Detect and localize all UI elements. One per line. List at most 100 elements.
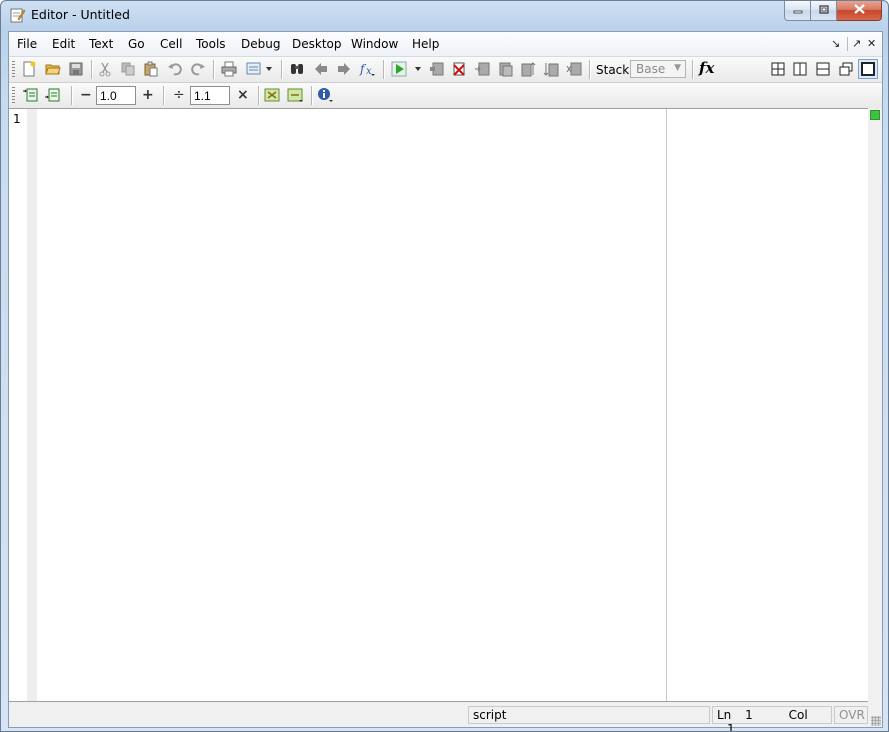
increment-value-input[interactable] — [96, 86, 136, 105]
forward-arrow-icon[interactable] — [335, 60, 353, 78]
back-arrow-icon[interactable] — [312, 60, 330, 78]
minimize-icon — [793, 4, 803, 17]
menu-window[interactable]: Window — [351, 37, 398, 51]
hide-cell-titles-icon[interactable] — [286, 86, 304, 104]
run-icon[interactable] — [391, 60, 409, 78]
print-icon[interactable] — [220, 60, 238, 78]
toolbar-separator — [281, 60, 283, 79]
menu-help[interactable]: Help — [412, 37, 439, 51]
toolbar-separator — [383, 60, 385, 79]
decrement-button[interactable]: − — [80, 87, 92, 103]
toolbar-grip[interactable] — [12, 87, 15, 104]
menu-debug[interactable]: Debug — [241, 37, 280, 51]
stack-label: Stack: — [596, 63, 634, 77]
toolbar-grip[interactable] — [12, 61, 15, 78]
stack-select-value: Base — [636, 62, 666, 76]
show-cell-titles-icon[interactable] — [263, 86, 281, 104]
editor-window: Editor - Untitled File Edit Text Go Cell… — [0, 0, 889, 732]
copy-icon[interactable] — [119, 60, 137, 78]
stack-select[interactable]: Base ▼ — [630, 60, 686, 78]
right-text-margin — [666, 109, 667, 701]
mlint-status-icon[interactable] — [870, 110, 880, 120]
evaluate-cell-icon[interactable] — [43, 86, 61, 104]
menu-file[interactable]: File — [17, 37, 37, 51]
menu-go[interactable]: Go — [128, 37, 145, 51]
caption-buttons — [784, 1, 882, 21]
close-icon — [853, 3, 865, 18]
svg-text:x: x — [366, 66, 372, 77]
layout-tile-icon[interactable] — [769, 60, 787, 78]
ln-label: Ln — [717, 708, 732, 722]
scale-value-input[interactable] — [190, 86, 230, 105]
title-bar[interactable]: Editor - Untitled — [1, 1, 888, 31]
menu-divider — [847, 37, 848, 51]
toolbar-separator — [213, 60, 215, 79]
overwrite-status: OVR — [834, 706, 868, 724]
layout-maximize-icon[interactable] — [858, 59, 878, 79]
continue-icon[interactable] — [542, 60, 560, 78]
maximize-button[interactable] — [811, 1, 837, 21]
cut-icon[interactable] — [96, 60, 114, 78]
multiply-button[interactable]: × — [237, 87, 249, 103]
editor-app-icon — [9, 7, 26, 23]
cell-toolbar: − + ÷ × — [9, 83, 882, 109]
save-icon[interactable] — [67, 60, 85, 78]
resize-grip[interactable] — [871, 716, 881, 726]
new-file-icon[interactable] — [20, 60, 38, 78]
toolbar-separator — [163, 86, 165, 105]
layout-float-icon[interactable] — [837, 60, 855, 78]
publish-icon[interactable] — [245, 60, 263, 78]
increment-button[interactable]: + — [142, 87, 154, 103]
client-area: File Edit Text Go Cell Tools Debug Deskt… — [8, 31, 883, 731]
menu-desktop[interactable]: Desktop — [292, 37, 342, 51]
close-doc-icon[interactable]: ✕ — [867, 37, 876, 50]
divide-button[interactable]: ÷ — [173, 87, 185, 103]
toolbar-separator — [258, 86, 260, 105]
redo-icon[interactable] — [189, 60, 207, 78]
layout-top-bottom-icon[interactable] — [814, 60, 832, 78]
line-number-gutter: 1 — [9, 109, 37, 701]
toolbar-separator — [71, 86, 73, 105]
cursor-position-status: Ln 1 Col 1 — [712, 706, 832, 731]
undo-icon[interactable] — [166, 60, 184, 78]
dock-icon[interactable]: ↘ — [831, 37, 840, 50]
menu-tools[interactable]: Tools — [196, 37, 226, 51]
info-icon[interactable] — [317, 86, 335, 104]
function-browser-icon[interactable]: fx — [359, 60, 377, 78]
fx-function-icon[interactable]: fx — [699, 59, 714, 77]
menu-cell[interactable]: Cell — [160, 37, 182, 51]
col-label: Col — [788, 708, 808, 722]
toolbar-separator — [91, 60, 93, 79]
close-button[interactable] — [837, 1, 882, 21]
minimize-button[interactable] — [784, 1, 811, 21]
file-type-text: script — [473, 708, 507, 722]
step-icon[interactable] — [473, 60, 491, 78]
code-editor[interactable]: 1 — [9, 108, 868, 702]
paste-icon[interactable] — [142, 60, 160, 78]
step-out-icon[interactable] — [519, 60, 537, 78]
ln-value: 1 — [745, 708, 753, 722]
set-breakpoint-icon[interactable] — [428, 60, 446, 78]
step-in-icon[interactable] — [496, 60, 514, 78]
insert-cell-icon[interactable] — [21, 86, 39, 104]
find-binoculars-icon[interactable] — [288, 60, 306, 78]
undock-icon[interactable]: ↗ — [852, 37, 861, 50]
col-value: 1 — [727, 722, 735, 732]
clear-breakpoints-icon[interactable] — [450, 60, 468, 78]
layout-left-right-icon[interactable] — [791, 60, 809, 78]
toolbar-separator — [589, 60, 591, 79]
main-toolbar: fx Stack: Base ▼ fx — [9, 57, 882, 83]
ovr-text: OVR — [839, 708, 865, 722]
code-folding-column[interactable] — [27, 109, 37, 701]
exit-debug-icon[interactable] — [565, 60, 583, 78]
file-type-status: script — [468, 706, 710, 724]
publish-dropdown-icon[interactable] — [264, 60, 274, 78]
open-folder-icon[interactable] — [44, 60, 62, 78]
menu-text[interactable]: Text — [89, 37, 113, 51]
chevron-down-icon: ▼ — [674, 63, 681, 73]
toolbar-separator — [311, 86, 313, 105]
toolbar-separator — [692, 60, 694, 79]
menu-edit[interactable]: Edit — [52, 37, 75, 51]
mlint-bar — [868, 108, 882, 700]
run-dropdown-icon[interactable] — [413, 60, 423, 78]
